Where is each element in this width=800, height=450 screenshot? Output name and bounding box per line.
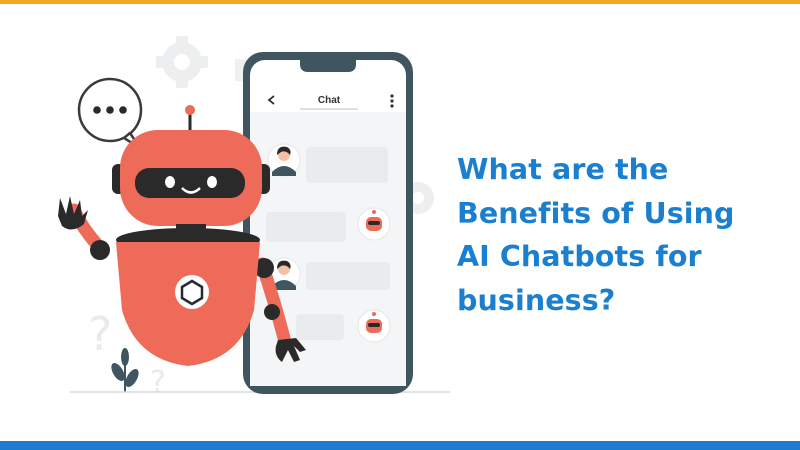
- question-mark-icon: ?: [88, 307, 112, 361]
- headline-line: What are the: [457, 153, 669, 186]
- headline: What are the Benefits of Using AI Chatbo…: [457, 148, 787, 322]
- chat-bubble: [266, 212, 346, 242]
- phone-notch: [300, 60, 356, 72]
- chat-bubble: [306, 262, 390, 290]
- bottom-accent-bar: [0, 441, 800, 450]
- headline-line: Benefits of Using: [457, 196, 735, 230]
- user-avatar: [267, 143, 301, 177]
- chat-bubble: [296, 314, 344, 340]
- phone: Chat: [243, 52, 413, 394]
- ellipsis-bubble-icon: [77, 77, 143, 150]
- chatbot-illustration: ? ? Chat: [58, 36, 450, 400]
- headline-line: business?: [457, 283, 616, 317]
- bot-avatar: [357, 309, 391, 343]
- chat-header-title: Chat: [318, 95, 341, 106]
- headline-line: AI Chatbots for: [457, 240, 702, 273]
- gear-icon: [156, 36, 208, 88]
- bot-avatar: [357, 207, 391, 241]
- plant-decoration: [111, 348, 139, 392]
- more-vert-icon[interactable]: [390, 94, 394, 108]
- chat-bubble: [306, 147, 388, 183]
- question-mark-icon: ?: [150, 365, 166, 400]
